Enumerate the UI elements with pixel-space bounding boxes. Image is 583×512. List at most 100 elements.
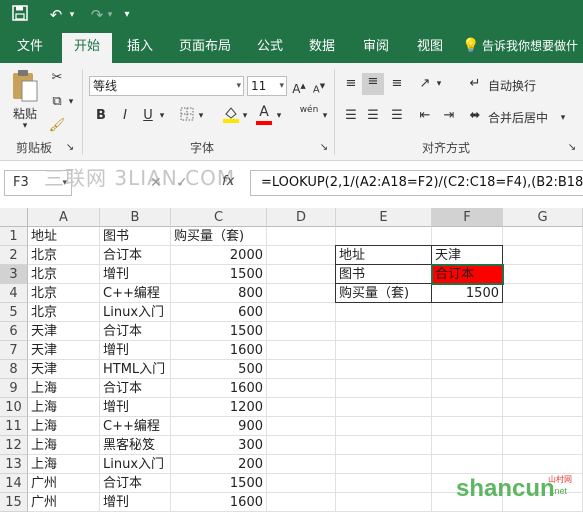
cell-g6[interactable] xyxy=(503,322,583,341)
cut-icon[interactable]: ✂ xyxy=(48,69,66,87)
cell-d15[interactable] xyxy=(267,493,336,512)
cell-c3[interactable]: 1500 xyxy=(171,265,267,284)
row-header[interactable]: 9 xyxy=(0,379,28,398)
row-header[interactable]: 4 xyxy=(0,284,28,303)
cell-c6[interactable]: 1500 xyxy=(171,322,267,341)
cell-c14[interactable]: 1500 xyxy=(171,474,267,493)
cell-a8[interactable]: 天津 xyxy=(28,360,100,379)
column-header-c[interactable]: C xyxy=(171,208,267,227)
save-icon[interactable] xyxy=(10,5,30,25)
cell-f7[interactable] xyxy=(432,341,503,360)
cell-d12[interactable] xyxy=(267,436,336,455)
cell-c8[interactable]: 500 xyxy=(171,360,267,379)
tab-data[interactable]: 数据 xyxy=(302,30,342,63)
cell-f12[interactable] xyxy=(432,436,503,455)
cell-c2[interactable]: 2000 xyxy=(171,246,267,265)
cell-d5[interactable] xyxy=(267,303,336,322)
cell-c12[interactable]: 300 xyxy=(171,436,267,455)
column-header-f[interactable]: F xyxy=(432,208,503,227)
row-header[interactable]: 8 xyxy=(0,360,28,379)
cell-e4[interactable]: 购买量（套) xyxy=(336,284,432,303)
align-left-icon[interactable]: ☰ xyxy=(342,107,360,125)
cell-c13[interactable]: 200 xyxy=(171,455,267,474)
tell-me-search[interactable]: 告诉我你想要做什 xyxy=(482,30,583,63)
cell-a10[interactable]: 上海 xyxy=(28,398,100,417)
cell-g3[interactable] xyxy=(503,265,583,284)
merge-center-button[interactable]: 合并后居中 xyxy=(488,109,548,126)
tab-file[interactable]: 文件 xyxy=(8,30,52,63)
align-right-icon[interactable]: ☰ xyxy=(388,107,406,125)
formula-input[interactable]: =LOOKUP(2,1/(A2:A18=F2)/(C2:C18=F4),(B2:… xyxy=(250,170,583,196)
phonetic-dropdown-icon[interactable]: ▾ xyxy=(320,107,330,125)
clipboard-launcher-icon[interactable]: ↘ xyxy=(64,139,76,157)
cell-d4[interactable] xyxy=(267,284,336,303)
row-header[interactable]: 14 xyxy=(0,474,28,493)
cell-e12[interactable] xyxy=(336,436,432,455)
tab-home[interactable]: 开始 xyxy=(62,33,112,63)
cell-f9[interactable] xyxy=(432,379,503,398)
customize-toolbar-icon[interactable]: ▾ xyxy=(120,5,134,25)
cell-b9[interactable]: 合订本 xyxy=(100,379,171,398)
cell-a7[interactable]: 天津 xyxy=(28,341,100,360)
cell-g5[interactable] xyxy=(503,303,583,322)
paste-icon[interactable] xyxy=(8,69,42,109)
cell-g12[interactable] xyxy=(503,436,583,455)
cell-g7[interactable] xyxy=(503,341,583,360)
cell-d14[interactable] xyxy=(267,474,336,493)
wrap-text-icon[interactable]: ↵ xyxy=(466,75,484,93)
cell-f11[interactable] xyxy=(432,417,503,436)
column-header-b[interactable]: B xyxy=(100,208,171,227)
cell-a6[interactable]: 天津 xyxy=(28,322,100,341)
align-center-icon[interactable]: ☰ xyxy=(364,107,382,125)
cell-d11[interactable] xyxy=(267,417,336,436)
select-all-corner[interactable] xyxy=(0,208,28,227)
row-header[interactable]: 11 xyxy=(0,417,28,436)
cell-d2[interactable] xyxy=(267,246,336,265)
cell-c7[interactable]: 1600 xyxy=(171,341,267,360)
cell-e11[interactable] xyxy=(336,417,432,436)
increase-font-icon[interactable]: A▲ xyxy=(292,77,306,98)
bold-button[interactable]: B xyxy=(93,107,109,125)
cell-d7[interactable] xyxy=(267,341,336,360)
cell-g11[interactable] xyxy=(503,417,583,436)
cell-e8[interactable] xyxy=(336,360,432,379)
cell-b14[interactable]: 合订本 xyxy=(100,474,171,493)
cell-e10[interactable] xyxy=(336,398,432,417)
paste-button[interactable]: 粘贴 xyxy=(10,105,40,122)
underline-dropdown-icon[interactable]: ▾ xyxy=(157,107,167,125)
wrap-text-button[interactable]: 自动换行 xyxy=(488,77,536,94)
cell-a4[interactable]: 北京 xyxy=(28,284,100,303)
cell-b4[interactable]: C++编程 xyxy=(100,284,171,303)
orientation-icon[interactable]: ↗ xyxy=(416,75,434,93)
cell-a5[interactable]: 北京 xyxy=(28,303,100,322)
cell-e14[interactable] xyxy=(336,474,432,493)
cell-d9[interactable] xyxy=(267,379,336,398)
cell-f6[interactable] xyxy=(432,322,503,341)
cell-b1[interactable]: 图书 xyxy=(100,227,171,246)
cell-b11[interactable]: C++编程 xyxy=(100,417,171,436)
border-icon[interactable] xyxy=(178,107,196,127)
phonetic-guide-icon[interactable]: wén xyxy=(298,101,320,119)
cell-a15[interactable]: 广州 xyxy=(28,493,100,512)
cell-f4[interactable]: 1500 xyxy=(432,284,503,303)
cell-b13[interactable]: Linux入门 xyxy=(100,455,171,474)
cell-b5[interactable]: Linux入门 xyxy=(100,303,171,322)
cell-a12[interactable]: 上海 xyxy=(28,436,100,455)
cell-b15[interactable]: 增刊 xyxy=(100,493,171,512)
tab-page-layout[interactable]: 页面布局 xyxy=(172,30,238,63)
cell-e2[interactable]: 地址 xyxy=(336,246,432,265)
row-header[interactable]: 3 xyxy=(0,265,28,284)
cell-b6[interactable]: 合订本 xyxy=(100,322,171,341)
cell-b8[interactable]: HTML入门 xyxy=(100,360,171,379)
cell-c15[interactable]: 1600 xyxy=(171,493,267,512)
font-name-combo[interactable]: 等线 ▾ xyxy=(89,76,244,96)
orientation-dropdown-icon[interactable]: ▾ xyxy=(434,75,444,93)
row-header[interactable]: 12 xyxy=(0,436,28,455)
underline-button[interactable]: U xyxy=(140,107,156,125)
copy-icon[interactable]: ⧉ xyxy=(48,93,66,111)
chevron-down-icon[interactable]: ▾ xyxy=(279,77,284,95)
font-color-dropdown-icon[interactable]: ▾ xyxy=(274,107,284,125)
increase-indent-icon[interactable]: ⇥ xyxy=(440,107,458,125)
column-header-a[interactable]: A xyxy=(28,208,100,227)
cell-e9[interactable] xyxy=(336,379,432,398)
